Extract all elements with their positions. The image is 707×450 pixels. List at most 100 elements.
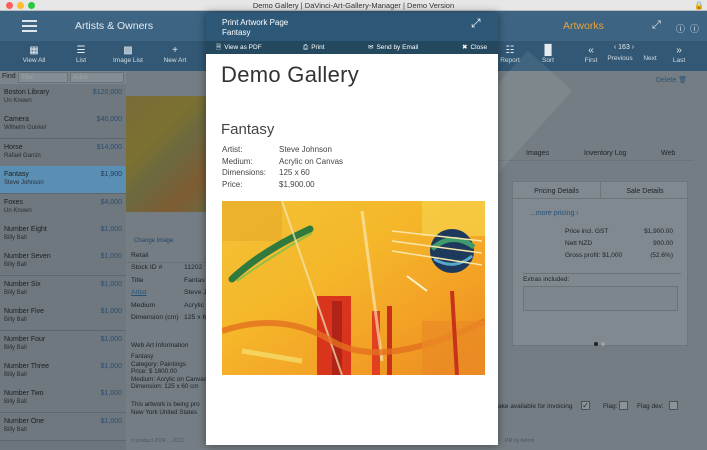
- price-label: Nett NZD: [565, 240, 593, 247]
- field-label[interactable]: Artist: [131, 289, 146, 296]
- list-item[interactable]: Number Six Billy Ball $1,000: [0, 275, 126, 304]
- item-owner: Billy Ball: [4, 372, 27, 378]
- image-list-button[interactable]: ▩ Image List: [108, 45, 148, 64]
- item-owner: Steve Johnson: [4, 180, 44, 187]
- field-label: Title: [131, 276, 144, 284]
- item-price: $1,000: [100, 253, 122, 261]
- list-item[interactable]: Foxes Un Known $4,000: [0, 193, 126, 222]
- price-value: 900.00: [653, 240, 673, 247]
- view-all-icon: ▦: [29, 45, 39, 56]
- list-item[interactable]: Number One Billy Ball $1,000: [0, 412, 126, 441]
- tab-sale-details[interactable]: Sale Details: [601, 182, 689, 199]
- view-as-pdf-button[interactable]: 🗎 View as PDF: [216, 43, 262, 52]
- field-value[interactable]: 125 x 6: [184, 314, 206, 321]
- expand-icon[interactable]: ⤢: [652, 19, 661, 32]
- invoicing-label: ake available for invoicing: [498, 403, 573, 410]
- last-button[interactable]: » Last: [659, 45, 699, 64]
- field-value[interactable]: Fantas: [184, 277, 205, 284]
- title-search-input[interactable]: Title: [18, 72, 68, 83]
- artwork-title: Fantasy: [221, 121, 275, 138]
- list-button[interactable]: ☰ List: [61, 45, 101, 64]
- list-item[interactable]: Camera Wilhelm Gunkel $40,000: [0, 111, 126, 140]
- page-dot-active[interactable]: [594, 342, 598, 346]
- page-dot[interactable]: [601, 342, 605, 346]
- change-image-link[interactable]: Change Image: [134, 238, 173, 244]
- image-list-icon: ▩: [123, 45, 133, 56]
- printer-icon: ⎙: [303, 44, 309, 51]
- list-item[interactable]: Number Seven Billy Ball $1,000: [0, 248, 126, 277]
- dialog-actions: 🗎 View as PDF ⎙ Print ✉ Send by Email ✖ Clos…: [206, 41, 498, 54]
- detail-row: Medium: Acrylic on Canvas: [222, 157, 343, 166]
- item-owner: Billy Ball: [4, 344, 27, 351]
- plus-icon: +: [172, 45, 178, 56]
- web-info-line: Price: $ 1800.00: [131, 368, 177, 376]
- pricing-panel: Pricing Details Sale Details ...more pri…: [512, 181, 689, 346]
- delete-button[interactable]: Delete 🗑: [656, 76, 687, 84]
- item-title: Fantasy: [4, 171, 29, 179]
- tab-images[interactable]: Images: [526, 150, 549, 157]
- tab-pricing-details[interactable]: Pricing Details: [513, 182, 601, 199]
- flag-checkbox[interactable]: [619, 401, 628, 410]
- item-price: $1,000: [100, 335, 122, 343]
- price-value: $1,900.00: [644, 228, 673, 235]
- window-titlebar: Demo Gallery | DaVinci-Art-Gallery-Manag…: [0, 0, 707, 11]
- list-item[interactable]: Boston Library Un Known $120,000: [0, 84, 126, 112]
- window-controls[interactable]: [6, 2, 35, 9]
- minimize-window-button[interactable]: [17, 2, 24, 9]
- item-price: $1,000: [100, 226, 122, 233]
- list-item[interactable]: Number Five Billy Ball $1,000: [0, 303, 126, 332]
- item-title: Camera: [4, 116, 29, 124]
- field-value[interactable]: 11202: [184, 264, 202, 271]
- web-info-line: Medium: Acrylic on Canvas: [131, 375, 207, 383]
- extras-field[interactable]: [523, 286, 678, 311]
- print-artwork-dialog: Print Artwork Page Fantasy ⤢ 🗎 View as PD…: [206, 13, 498, 445]
- list-item[interactable]: Number Two Billy Ball $1,000: [0, 385, 126, 414]
- tab-web[interactable]: Web: [661, 150, 675, 157]
- item-price: $1,000: [100, 308, 122, 316]
- artwork-thumbnail[interactable]: [126, 96, 206, 212]
- zoom-window-button[interactable]: [28, 2, 35, 9]
- item-title: Number Six: [4, 280, 41, 288]
- invoicing-checkbox[interactable]: ✓: [581, 401, 590, 410]
- flag-dev-checkbox[interactable]: [669, 401, 678, 410]
- detail-label: Dimensions:: [222, 168, 267, 177]
- info-icon[interactable]: ⓘ: [676, 22, 685, 35]
- item-title: Number One: [4, 417, 45, 425]
- fullscreen-icon[interactable]: ⤢: [471, 16, 481, 31]
- detail-value: $1,900.00: [279, 179, 315, 189]
- divider: [523, 273, 681, 274]
- tab-inventory-log[interactable]: Inventory Log: [584, 150, 626, 157]
- new-art-button[interactable]: + New Art: [155, 45, 195, 64]
- list-item[interactable]: Number Three Billy Ball $1,000: [0, 358, 126, 386]
- detail-label: Medium:: [222, 156, 253, 166]
- send-email-button[interactable]: ✉ Send by Email: [368, 43, 418, 52]
- item-owner: Billy Ball: [4, 235, 27, 241]
- more-pricing-link[interactable]: ...more pricing ›: [530, 210, 579, 217]
- info-icon-2[interactable]: ⓘ: [690, 22, 699, 35]
- item-title: Horse: [4, 143, 23, 151]
- view-all-button[interactable]: ▦ View All: [14, 45, 54, 64]
- list-item[interactable]: Horse Rafael Garcin $14,000: [0, 138, 126, 167]
- dialog-title: Print Artwork Page: [222, 18, 289, 27]
- extras-label: Extras included:: [523, 276, 570, 283]
- field-value[interactable]: Acrylic: [184, 302, 204, 309]
- list-item[interactable]: Fantasy Steve Johnson $1,900: [0, 166, 126, 195]
- item-title: Number Two: [4, 390, 44, 398]
- menu-icon[interactable]: [22, 20, 37, 32]
- close-button[interactable]: ✖ Close: [462, 43, 487, 52]
- list-item[interactable]: Number Four Billy Ball $1,000: [0, 330, 126, 359]
- detail-row: Dimensions: 125 x 60: [222, 168, 310, 177]
- list-item[interactable]: Number Eight Billy Ball $1,000: [0, 221, 126, 249]
- web-info-line: Fantasy: [131, 353, 154, 360]
- detail-label: Price:: [222, 179, 243, 189]
- footer-right: PM by Admin: [505, 438, 535, 444]
- item-owner: Billy Ball: [4, 317, 27, 324]
- find-row: Find Title Artist: [0, 71, 126, 84]
- detail-value: Acrylic on Canvas: [279, 156, 344, 166]
- item-price: $1,000: [100, 280, 122, 288]
- artist-search-input[interactable]: Artist: [70, 72, 124, 83]
- field-value[interactable]: Steve J: [184, 289, 207, 296]
- print-button[interactable]: ⎙ Print: [303, 43, 325, 52]
- item-title: Boston Library: [4, 89, 50, 96]
- close-window-button[interactable]: [6, 2, 13, 9]
